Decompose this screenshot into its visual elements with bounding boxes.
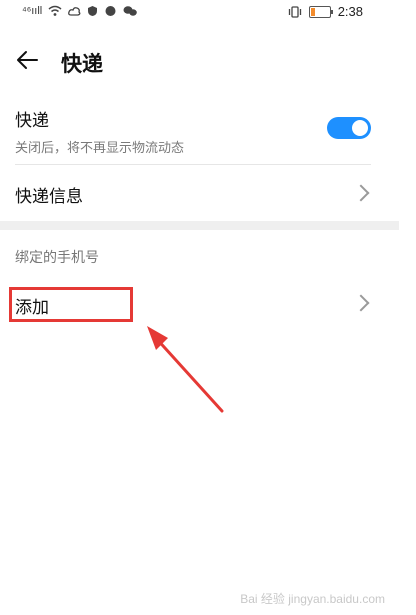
annotation-arrow <box>147 326 224 413</box>
watermark: Bai 经验 jingyan.baidu.com <box>240 592 385 606</box>
